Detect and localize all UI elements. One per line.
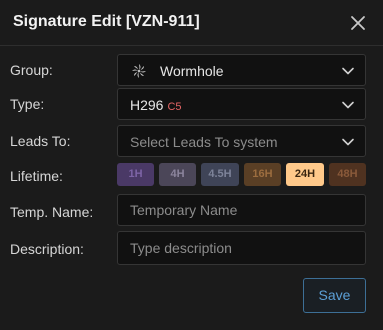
wormhole-icon [132,64,146,78]
dialog-header: Signature Edit [VZN-911] [0,0,383,46]
group-label: Group: [10,62,53,78]
wormhole-class-tag: C5 [167,101,182,113]
temp-name-input[interactable] [117,194,366,226]
signature-edit-dialog: Signature Edit [VZN-911] Group: Wormhole [0,0,383,330]
type-value: H296 C5 [130,97,182,113]
lifetime-option-4-5h[interactable]: 4.5H [201,163,239,186]
leads-to-placeholder: Select Leads To system [130,134,278,150]
chevron-down-icon [342,101,354,109]
lifetime-option-4h[interactable]: 4H [159,163,196,186]
header-divider [0,45,383,46]
dialog-title: Signature Edit [VZN-911] [13,13,200,30]
lifetime-label: Lifetime: [10,168,63,184]
close-icon [351,16,365,30]
description-input[interactable] [117,231,366,265]
temp-name-label: Temp. Name: [10,204,94,220]
lifetime-option-16h[interactable]: 16H [244,163,281,186]
type-label: Type: [10,96,45,112]
group-select[interactable]: Wormhole [117,54,366,86]
leads-to-select[interactable]: Select Leads To system [117,125,366,157]
leads-to-label: Leads To: [10,133,71,149]
description-label: Description: [10,241,84,257]
chevron-down-icon [342,67,354,75]
group-value: Wormhole [160,63,224,79]
type-code: H296 [130,97,164,113]
close-button[interactable] [346,11,370,35]
lifetime-option-1h[interactable]: 1H [117,163,154,186]
lifetime-option-24h[interactable]: 24H [286,163,324,186]
chevron-down-icon [342,138,354,146]
lifetime-option-48h[interactable]: 48H [329,163,366,186]
save-button[interactable]: Save [303,278,366,313]
type-select[interactable]: H296 C5 [117,88,366,120]
